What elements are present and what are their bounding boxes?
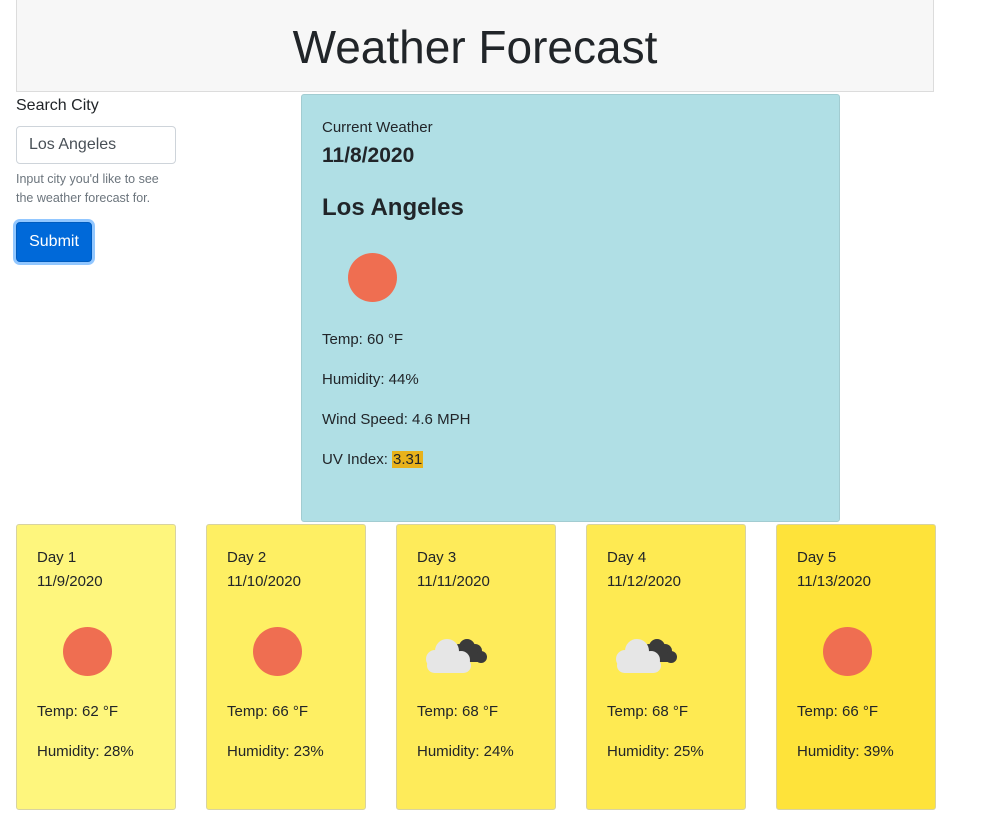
forecast-temp: Temp: 66 °F <box>227 703 309 720</box>
forecast-date: 11/9/2020 <box>37 573 103 590</box>
current-humidity: Humidity: 44% <box>322 371 419 388</box>
search-city-input[interactable] <box>16 126 176 164</box>
forecast-weather-icon <box>63 627 143 677</box>
forecast-humidity: Humidity: 39% <box>797 743 894 760</box>
page-title: Weather Forecast <box>292 21 658 73</box>
forecast-card: Day 3 11/11/2020 Temp: 68 °F Humidity: 24% <box>396 524 556 810</box>
uv-index-label: UV Index: <box>322 451 393 468</box>
current-weather-icon <box>348 253 398 303</box>
search-help-text: Input city you'd like to see the weather… <box>16 172 159 205</box>
forecast-humidity: Humidity: 24% <box>417 743 514 760</box>
forecast-weather-icon <box>413 627 493 677</box>
forecast-card: Day 2 11/10/2020 Temp: 66 °F Humidity: 23% <box>206 524 366 810</box>
sun-icon <box>253 627 302 676</box>
cloud-icon <box>616 639 677 673</box>
forecast-humidity: Humidity: 28% <box>37 743 134 760</box>
forecast-temp: Temp: 68 °F <box>607 703 689 720</box>
forecast-card: Day 4 11/12/2020 Temp: 68 °F Humidity: 25% <box>586 524 746 810</box>
cloud-icon <box>426 639 487 673</box>
forecast-humidity: Humidity: 23% <box>227 743 324 760</box>
forecast-weather-icon <box>603 627 683 677</box>
forecast-day-label: Day 5 <box>797 549 837 566</box>
current-date: 11/8/2020 <box>322 144 415 167</box>
uv-index-value: 3.31 <box>392 451 424 468</box>
forecast-weather-icon <box>823 627 903 677</box>
current-weather-card: Current Weather 11/8/2020 Los Angeles Te… <box>301 94 840 522</box>
current-city: Los Angeles <box>322 194 464 221</box>
current-temp: Temp: 60 °F <box>322 331 404 348</box>
forecast-date: 11/12/2020 <box>607 573 681 590</box>
forecast-day-label: Day 3 <box>417 549 457 566</box>
forecast-date: 11/11/2020 <box>417 573 490 590</box>
sun-icon <box>823 627 872 676</box>
forecast-date: 11/13/2020 <box>797 573 871 590</box>
forecast-temp: Temp: 68 °F <box>417 703 499 720</box>
search-form: Search City Input city you'd like to see… <box>16 96 186 262</box>
current-uv-index: UV Index: 3.31 <box>322 451 819 469</box>
page-header: Weather Forecast <box>16 0 934 92</box>
sun-icon <box>348 253 397 302</box>
forecast-day-label: Day 2 <box>227 549 267 566</box>
forecast-date: 11/10/2020 <box>227 573 301 590</box>
forecast-weather-icon <box>253 627 333 677</box>
forecast-temp: Temp: 62 °F <box>37 703 119 720</box>
forecast-day-label: Day 4 <box>607 549 647 566</box>
sun-icon <box>63 627 112 676</box>
forecast-temp: Temp: 66 °F <box>797 703 879 720</box>
forecast-card: Day 5 11/13/2020 Temp: 66 °F Humidity: 39% <box>776 524 936 810</box>
search-city-label: Search City <box>16 97 99 114</box>
forecast-humidity: Humidity: 25% <box>607 743 704 760</box>
current-weather-label: Current Weather <box>322 119 433 136</box>
submit-button[interactable]: Submit <box>16 222 92 262</box>
forecast-card: Day 1 11/9/2020 Temp: 62 °F Humidity: 28% <box>16 524 176 810</box>
current-wind-speed: Wind Speed: 4.6 MPH <box>322 411 471 428</box>
forecast-day-label: Day 1 <box>37 549 77 566</box>
five-day-forecast: Day 1 11/9/2020 Temp: 62 °F Humidity: 28% Da… <box>16 524 936 810</box>
